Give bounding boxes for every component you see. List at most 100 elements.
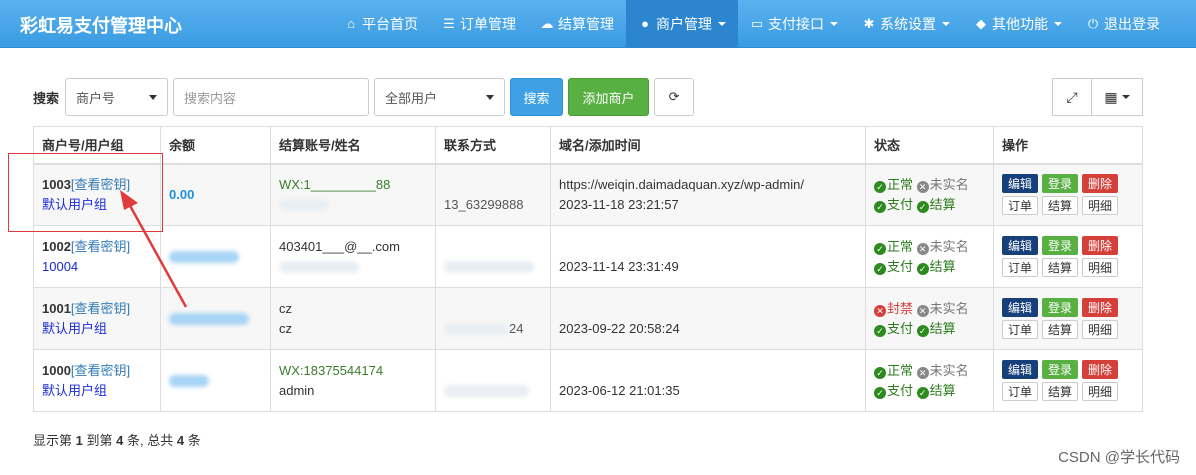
pager-text: 条, 总共	[127, 433, 174, 448]
nav-payment[interactable]: ▭ 支付接口	[738, 0, 850, 48]
domain-value: https://weiqin.daimadaquan.xyz/wp-admin/	[559, 176, 804, 192]
status-pay[interactable]: ✓ 支付	[874, 197, 913, 213]
nav-orders[interactable]: ☰ 订单管理	[430, 0, 528, 48]
user-group-link[interactable]: 10004	[42, 259, 78, 274]
user-icon: ●	[641, 16, 649, 31]
columns-button[interactable]: ▦	[1092, 78, 1143, 116]
user-group-link[interactable]: 默认用户组	[42, 321, 107, 336]
brand-title[interactable]: 彩虹易支付管理中心	[20, 12, 182, 38]
orders-button[interactable]: 订单	[1002, 382, 1038, 401]
status-text: 支付	[887, 320, 914, 336]
login-button[interactable]: 登录	[1042, 360, 1078, 379]
check-circle-icon: ✓	[916, 324, 929, 337]
search-toolbar: 搜索 商户号 搜索内容 全部用户 搜索 添加商户 ⟳	[33, 78, 699, 116]
balance-cell	[160, 349, 271, 412]
cloud-icon: ☁	[540, 16, 554, 31]
settle-button[interactable]: 结算	[1042, 258, 1078, 277]
account-name: admin	[279, 382, 315, 398]
account-cell: WX:1_________88	[270, 163, 436, 226]
status-banned[interactable]: ✕ 封禁	[874, 301, 913, 317]
delete-button[interactable]: 删除	[1082, 298, 1118, 317]
user-group-link[interactable]: 默认用户组	[42, 383, 107, 398]
orders-button[interactable]: 订单	[1002, 258, 1038, 277]
fullscreen-button[interactable]: ⤢	[1052, 78, 1092, 116]
status-text: 未实名	[929, 300, 969, 316]
search-button[interactable]: 搜索	[510, 78, 564, 116]
check-circle-icon: ✓	[874, 262, 886, 275]
status-unverified: ✕ 未实名	[916, 300, 969, 317]
balance-value[interactable]: 0.00	[169, 187, 194, 202]
domain-cell: https://weiqin.daimadaquan.xyz/wp-admin/…	[550, 163, 866, 226]
add-merchant-button[interactable]: 添加商户	[568, 78, 650, 116]
view-key-link[interactable]: [查看密钥]	[71, 239, 130, 254]
account-value: WX:1_________88	[279, 176, 391, 192]
col-header[interactable]: 结算账号/姓名	[270, 126, 436, 165]
refresh-button[interactable]: ⟳	[654, 78, 695, 116]
col-header[interactable]: 域名/添加时间	[550, 126, 866, 165]
x-circle-icon: ✕	[916, 304, 929, 317]
nav-system[interactable]: ✱ 系统设置	[850, 0, 962, 48]
field-select[interactable]: 商户号	[65, 78, 169, 116]
status-settle[interactable]: ✓ 结算	[916, 321, 956, 337]
pager-text: 显示第	[33, 433, 73, 448]
status-normal[interactable]: ✓ 正常	[874, 239, 913, 255]
delete-button[interactable]: 删除	[1082, 236, 1118, 255]
login-button[interactable]: 登录	[1042, 174, 1078, 194]
account-cell: WX:18375544174 admin	[270, 349, 436, 412]
pager-text: 到第	[86, 433, 113, 448]
nav-logout[interactable]: ⏻ 退出登录	[1074, 0, 1172, 48]
home-icon: ⌂	[347, 16, 355, 31]
col-header[interactable]: 余额	[160, 126, 271, 165]
col-header[interactable]: 状态	[865, 126, 994, 165]
status-pay[interactable]: ✓ 支付	[874, 383, 913, 399]
top-navbar: 彩虹易支付管理中心 ⌂ 平台首页 ☰ 订单管理 ☁ 结算管理 ● 商户管理 ▭ 支付接口 …	[0, 0, 1196, 48]
login-button[interactable]: 登录	[1042, 236, 1078, 255]
status-normal[interactable]: ✓ 正常	[874, 177, 913, 193]
table-row: 1001[查看密钥] 默认用户组 cz cz 24 2023-09-22 20:58…	[33, 287, 1143, 350]
refresh-icon: ⟳	[668, 89, 680, 104]
table-row: 1000[查看密钥] 默认用户组 WX:18375544174 admin 2023…	[33, 349, 1143, 412]
status-pay[interactable]: ✓ 支付	[874, 320, 914, 337]
status-settle[interactable]: ✓ 结算	[916, 197, 956, 213]
settle-button[interactable]: 结算	[1042, 382, 1078, 401]
login-button[interactable]: 登录	[1042, 298, 1078, 317]
user-filter-select[interactable]: 全部用户	[374, 78, 506, 116]
col-header[interactable]: 操作	[993, 126, 1143, 165]
col-header[interactable]: 联系方式	[435, 126, 551, 165]
edit-button[interactable]: 编辑	[1002, 236, 1038, 255]
orders-button[interactable]: 订单	[1002, 320, 1038, 339]
status-normal[interactable]: ✓ 正常	[874, 363, 913, 379]
view-key-link[interactable]: [查看密钥]	[71, 363, 130, 378]
redacted-balance	[169, 313, 249, 326]
search-input[interactable]: 搜索内容	[173, 78, 370, 116]
merchant-id: 1000	[42, 362, 71, 378]
nav-label: 支付接口	[768, 16, 824, 32]
view-key-link[interactable]: [查看密钥]	[71, 301, 130, 316]
details-button[interactable]: 明细	[1082, 258, 1118, 277]
delete-button[interactable]: 删除	[1082, 174, 1118, 194]
status-settle[interactable]: ✓ 结算	[916, 383, 956, 399]
settle-button[interactable]: 结算	[1042, 196, 1078, 216]
orders-button[interactable]: 订单	[1002, 196, 1038, 216]
grid-icon: ▦	[1104, 88, 1118, 105]
nav-merchants[interactable]: ● 商户管理	[626, 0, 738, 48]
merchant-table: 商户号/用户组 余额 结算账号/姓名 联系方式 域名/添加时间 状态 操作 10…	[33, 126, 1143, 412]
settle-button[interactable]: 结算	[1042, 320, 1078, 339]
nav-home[interactable]: ⌂ 平台首页	[332, 0, 430, 48]
redacted-contact	[444, 323, 509, 336]
details-button[interactable]: 明细	[1082, 196, 1118, 216]
check-circle-icon: ✓	[874, 366, 886, 379]
edit-button[interactable]: 编辑	[1002, 298, 1038, 317]
status-pay[interactable]: ✓ 支付	[874, 259, 913, 275]
nav-settlement[interactable]: ☁ 结算管理	[528, 0, 626, 48]
edit-button[interactable]: 编辑	[1002, 174, 1038, 194]
status-settle[interactable]: ✓ 结算	[916, 259, 956, 275]
chevron-down-icon	[830, 22, 838, 26]
details-button[interactable]: 明细	[1082, 320, 1118, 339]
merchant-id: 1001	[42, 300, 71, 316]
details-button[interactable]: 明细	[1082, 382, 1118, 401]
status-cell: ✕ 封禁 ✕ 未实名 ✓ 支付 ✓ 结算	[865, 287, 994, 350]
delete-button[interactable]: 删除	[1082, 360, 1118, 379]
edit-button[interactable]: 编辑	[1002, 360, 1038, 379]
nav-other[interactable]: ◆ 其他功能	[962, 0, 1074, 48]
